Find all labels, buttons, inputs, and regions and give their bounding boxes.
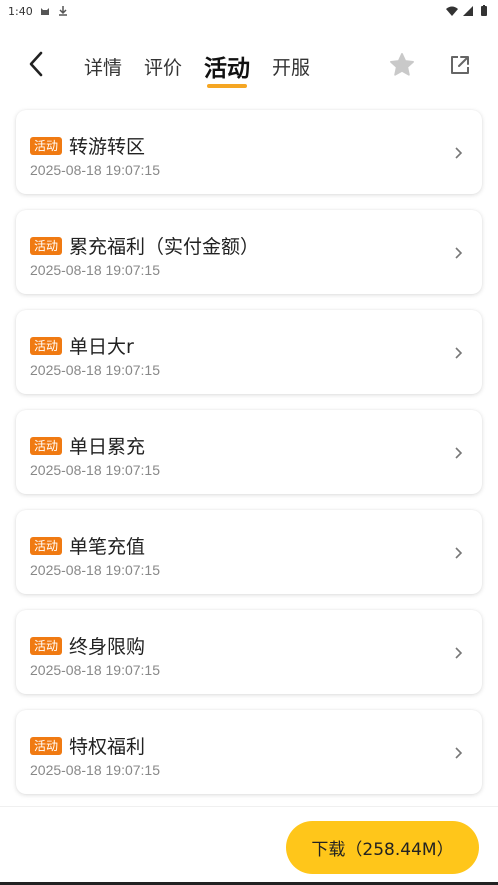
chevron-right-icon [455, 647, 463, 659]
activity-header: 活动 单笔充值 [30, 532, 145, 559]
activity-list: 活动 转游转区 2025-08-18 19:07:15 活动 累充福利（实付金额… [16, 110, 482, 810]
activity-card[interactable]: 活动 终身限购 2025-08-18 19:07:15 [16, 610, 482, 694]
activity-card[interactable]: 活动 单笔充值 2025-08-18 19:07:15 [16, 510, 482, 594]
back-button[interactable] [22, 50, 50, 78]
battery-icon [481, 5, 487, 16]
tab-details[interactable]: 详情 [84, 42, 122, 90]
star-icon [390, 53, 414, 76]
status-bar: 1:40 [0, 0, 498, 22]
status-left: 1:40 [8, 5, 69, 18]
chevron-right-icon [455, 147, 463, 159]
bottom-bar: 下载（258.44M） [0, 806, 498, 885]
signal-icon [463, 6, 473, 16]
wifi-icon [446, 6, 458, 16]
activity-badge: 活动 [30, 136, 63, 155]
cat-notification-icon [40, 8, 49, 15]
favorite-button[interactable] [386, 50, 418, 80]
activity-date: 2025-08-18 19:07:15 [30, 162, 160, 178]
activity-badge: 活动 [30, 536, 63, 555]
activity-badge: 活动 [30, 336, 63, 355]
activity-header: 活动 单日大r [30, 332, 134, 359]
tab-bar: 详情 评价 活动 开服 [84, 42, 332, 90]
activity-header: 活动 特权福利 [30, 732, 145, 759]
status-time: 1:40 [8, 4, 33, 18]
top-nav: 详情 评价 活动 开服 [0, 42, 498, 90]
activity-header: 活动 转游转区 [30, 132, 145, 159]
download-button[interactable]: 下载（258.44M） [286, 821, 479, 874]
activity-title: 累充福利（实付金额） [69, 236, 260, 258]
activity-card[interactable]: 活动 单日累充 2025-08-18 19:07:15 [16, 410, 482, 494]
activity-date: 2025-08-18 19:07:15 [30, 362, 160, 378]
download-notification-icon [58, 6, 67, 16]
chevron-right-icon [455, 347, 463, 359]
activity-title: 单日累充 [69, 436, 146, 458]
share-button[interactable] [446, 51, 474, 79]
share-icon [451, 56, 469, 74]
activity-card[interactable]: 活动 单日大r 2025-08-18 19:07:15 [16, 310, 482, 394]
activity-header: 活动 单日累充 [30, 432, 145, 459]
activity-date: 2025-08-18 19:07:15 [30, 562, 160, 578]
activity-badge: 活动 [30, 736, 63, 755]
activity-header: 活动 终身限购 [30, 632, 145, 659]
chevron-right-icon [455, 447, 463, 459]
activity-card[interactable]: 活动 特权福利 2025-08-18 19:07:15 [16, 710, 482, 794]
activity-date: 2025-08-18 19:07:15 [30, 762, 160, 778]
activity-card[interactable]: 活动 转游转区 2025-08-18 19:07:15 [16, 110, 482, 194]
activity-date: 2025-08-18 19:07:15 [30, 262, 160, 278]
activity-header: 活动 累充福利（实付金额） [30, 232, 259, 259]
activity-title: 单日大r [69, 336, 134, 358]
chevron-right-icon [455, 247, 463, 259]
activity-date: 2025-08-18 19:07:15 [30, 462, 160, 478]
chevron-right-icon [455, 547, 463, 559]
activity-title: 特权福利 [69, 736, 146, 758]
tab-reviews[interactable]: 评价 [144, 42, 182, 90]
tab-activities[interactable]: 活动 [204, 42, 250, 90]
activity-badge: 活动 [30, 436, 63, 455]
activity-badge: 活动 [30, 236, 63, 255]
tab-server-open[interactable]: 开服 [272, 42, 310, 90]
activity-card[interactable]: 活动 累充福利（实付金额） 2025-08-18 19:07:15 [16, 210, 482, 294]
activity-badge: 活动 [30, 636, 63, 655]
activity-title: 转游转区 [69, 136, 146, 158]
activity-title: 终身限购 [69, 636, 146, 658]
back-arrow-icon [29, 51, 43, 77]
activity-date: 2025-08-18 19:07:15 [30, 662, 160, 678]
status-right [446, 5, 490, 17]
activity-title: 单笔充值 [69, 536, 146, 558]
chevron-right-icon [455, 747, 463, 759]
